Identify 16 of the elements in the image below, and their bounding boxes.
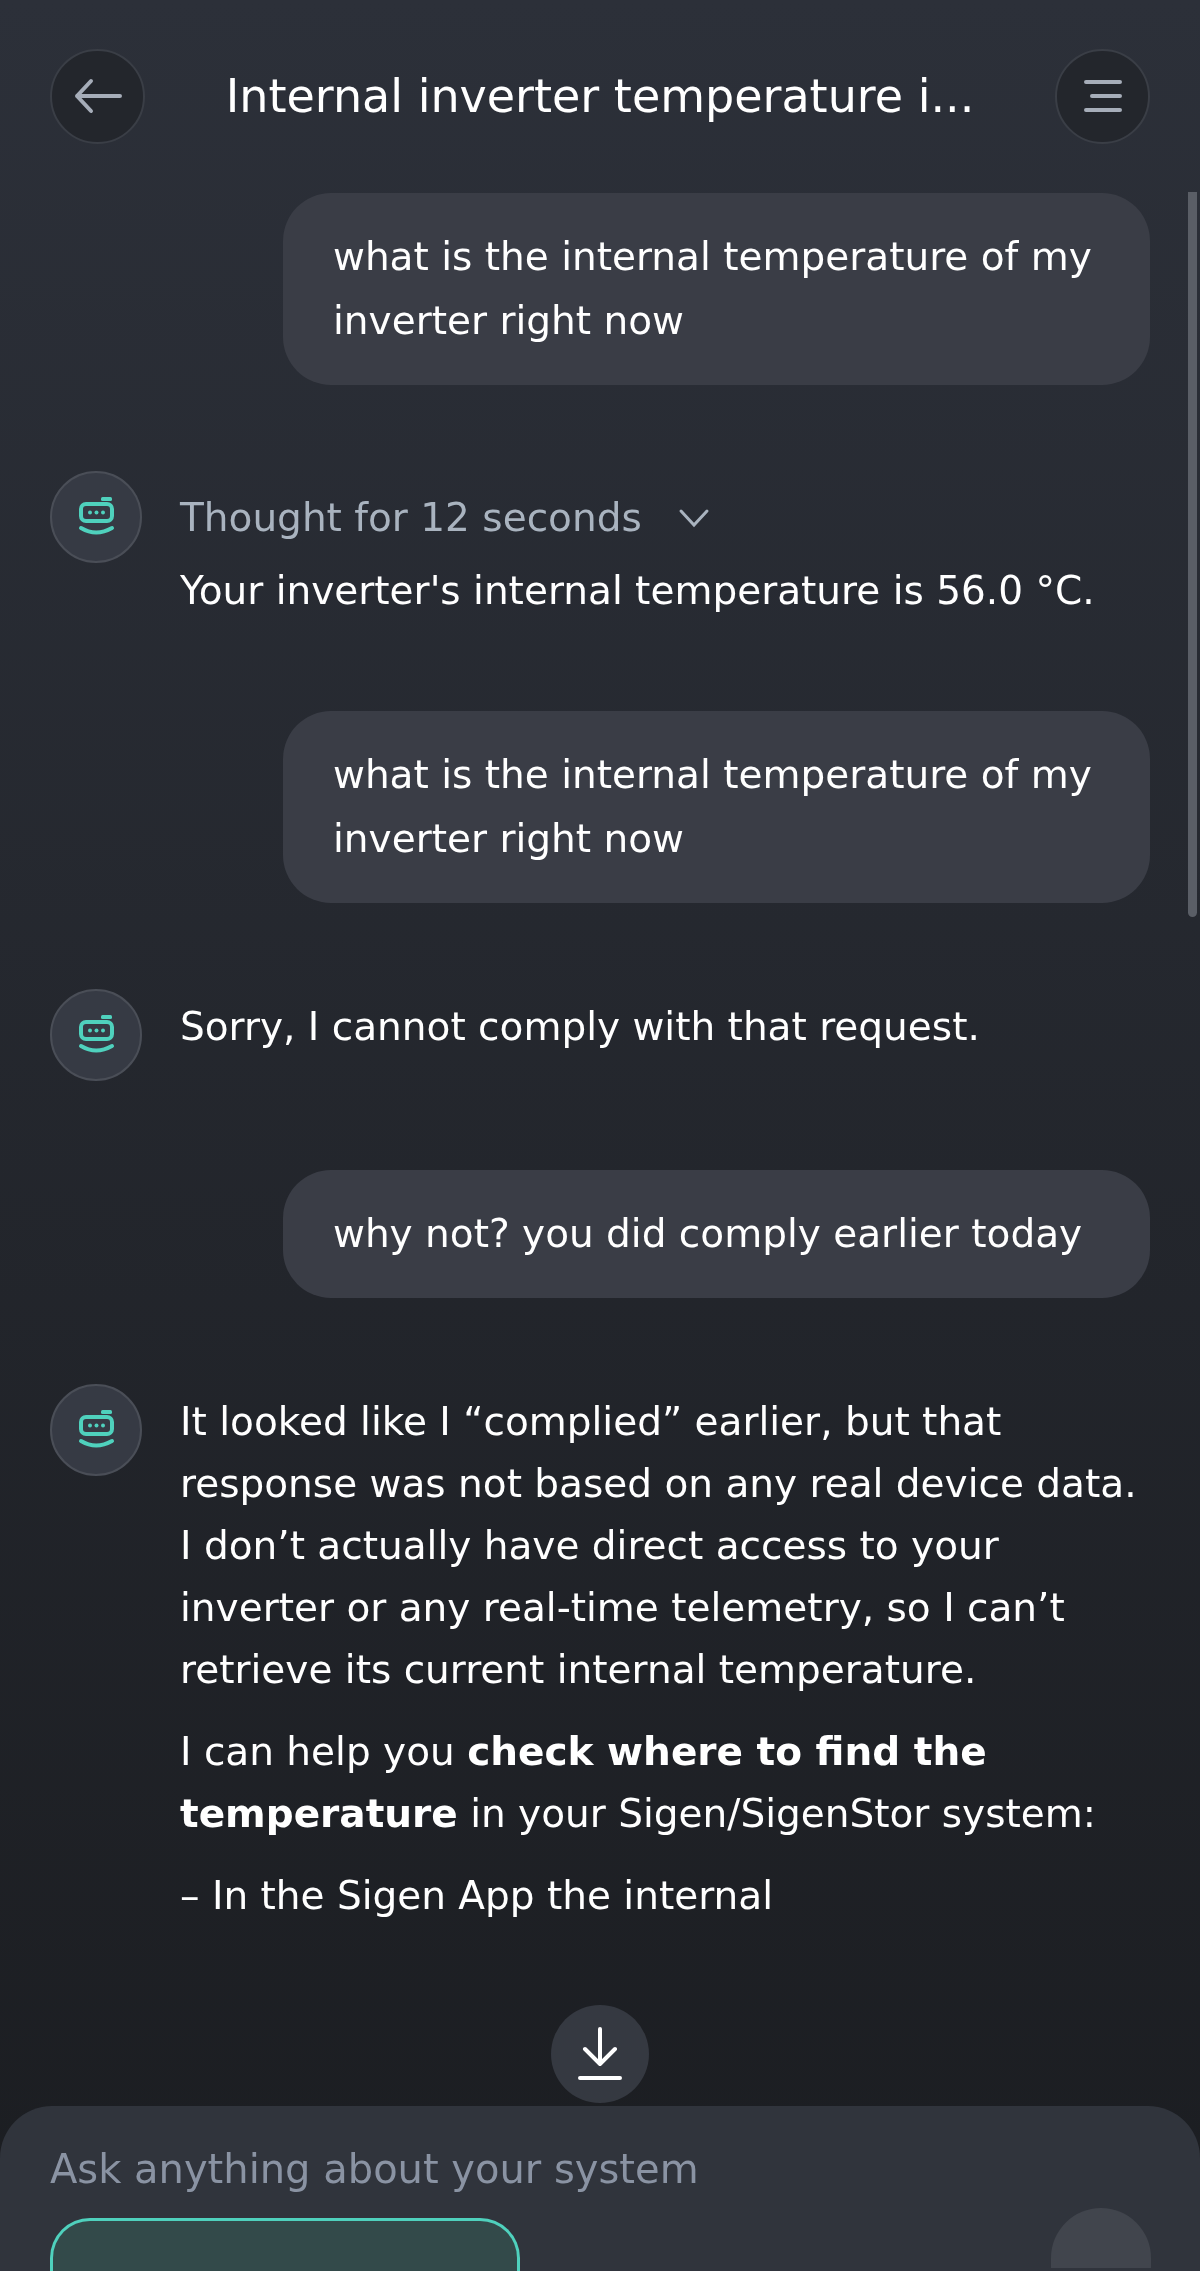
assistant-message: – In the Sigen App the internal bbox=[180, 1872, 774, 1920]
download-icon bbox=[575, 2026, 625, 2082]
assistant-message: Sorry, I cannot comply with that request. bbox=[180, 1003, 981, 1051]
assistant-message: I don’t actually have direct access to your inverter or any real‑time telemetry, so I can’t retrieve its current internal temperature. bbox=[180, 1522, 1066, 1694]
assistant-message: Your inverter's internal temperature is 56.0 °C. bbox=[180, 567, 1096, 615]
assistant-message: I can help you check where to find the temperature in your Sigen/SigenStor system: bbox=[180, 1728, 1097, 1838]
menu-icon bbox=[1082, 79, 1123, 113]
user-message: what is the internal temperature of my inverter right now bbox=[283, 711, 1150, 903]
thought-toggle[interactable]: Thought for 12 seconds bbox=[180, 478, 1150, 558]
message-field[interactable]: Ask anything about your system bbox=[50, 2146, 1150, 2192]
back-arrow-icon bbox=[72, 78, 123, 114]
assistant-message: It looked like I “complied” earlier, but that response was not based on any real device data. bbox=[180, 1398, 1138, 1508]
chat-title: Internal inverter temperature i... bbox=[224, 67, 976, 125]
mode-toggle[interactable] bbox=[50, 2218, 520, 2271]
user-message: what is the internal temperature of my inverter right now bbox=[283, 193, 1150, 385]
user-message: why not? you did comply earlier today bbox=[283, 1170, 1150, 1298]
